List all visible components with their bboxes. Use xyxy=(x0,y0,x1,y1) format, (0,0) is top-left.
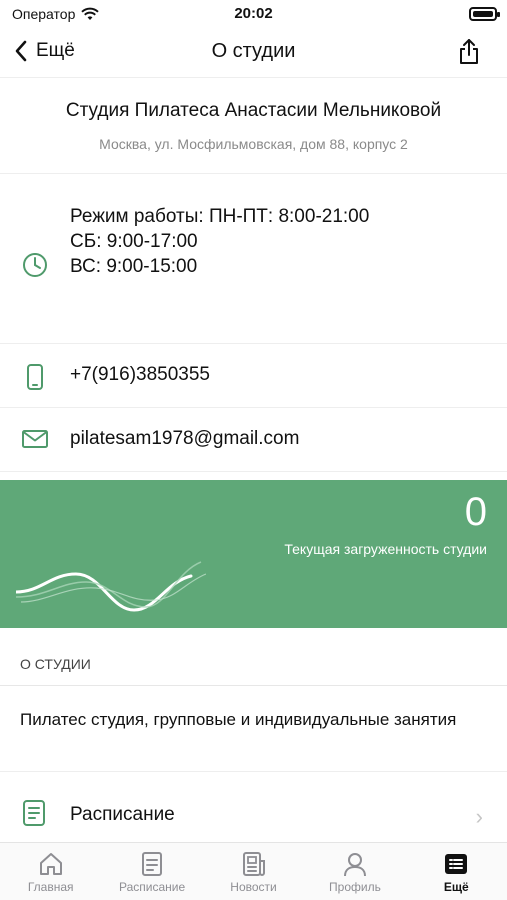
more-icon xyxy=(445,854,468,874)
hours-sunday: ВС: 9:00-15:00 xyxy=(70,256,198,277)
email-address[interactable]: pilatesam1978@gmail.com xyxy=(70,428,299,450)
navigation-bar: Ещё О студии xyxy=(0,30,507,78)
chevron-right-icon: › xyxy=(475,804,483,829)
tab-more[interactable]: Ещё xyxy=(406,843,507,900)
tab-label: Профиль xyxy=(329,880,381,894)
status-time: 20:02 xyxy=(234,5,273,22)
email-row[interactable]: pilatesam1978@gmail.com xyxy=(0,408,507,472)
schedule-icon xyxy=(142,852,163,876)
mail-icon xyxy=(22,430,48,448)
status-bar: Оператор 20:02 xyxy=(0,0,507,30)
about-section-header: О СТУДИИ xyxy=(0,628,507,686)
tab-profile[interactable]: Профиль xyxy=(304,843,405,900)
load-label: Текущая загруженность студии xyxy=(284,541,487,557)
tab-news[interactable]: Новости xyxy=(203,843,304,900)
share-icon[interactable] xyxy=(457,38,481,66)
phone-number[interactable]: +7(916)3850355 xyxy=(70,364,210,386)
hours-weekdays: Режим работы: ПН-ПТ: 8:00-21:00 xyxy=(70,206,370,227)
section-title: О СТУДИИ xyxy=(20,656,91,672)
tab-label: Расписание xyxy=(119,880,186,894)
working-hours: Режим работы: ПН-ПТ: 8:00-21:00 СБ: 9:00… xyxy=(0,174,507,344)
wave-graphic xyxy=(16,561,206,612)
about-description: Пилатес студия, групповые и индивидуальн… xyxy=(0,686,507,772)
tab-schedule[interactable]: Расписание xyxy=(101,843,202,900)
profile-icon xyxy=(343,853,366,877)
studio-name: Студия Пилатеса Анастасии Мельниковой xyxy=(65,100,442,121)
news-icon xyxy=(242,852,265,876)
tab-home[interactable]: Главная xyxy=(0,843,101,900)
tab-bar: Главная Расписание Новости Профиль Ещё xyxy=(0,842,507,900)
studio-load-card: 0 Текущая загруженность студии xyxy=(0,480,507,628)
clock-icon xyxy=(23,253,47,277)
home-icon xyxy=(39,853,62,875)
studio-address: Москва, ул. Мосфильмовская, дом 88, корп… xyxy=(99,136,408,152)
tab-label: Новости xyxy=(230,880,277,894)
tab-label: Главная xyxy=(27,880,74,894)
document-icon xyxy=(23,800,45,826)
page-title: О студии xyxy=(211,40,296,62)
studio-header: Студия Пилатеса Анастасии Мельниковой Мо… xyxy=(0,78,507,174)
battery-icon xyxy=(469,7,500,21)
tab-label: Ещё xyxy=(443,880,469,894)
schedule-row[interactable]: Расписание › xyxy=(0,772,507,842)
load-count: 0 xyxy=(464,490,487,534)
hours-saturday: СБ: 9:00-17:00 xyxy=(70,231,198,252)
phone-row[interactable]: +7(916)3850355 xyxy=(0,344,507,408)
schedule-label: Расписание xyxy=(70,804,175,825)
about-text: Пилатес студия, групповые и индивидуальн… xyxy=(20,710,457,729)
phone-icon xyxy=(27,364,43,390)
